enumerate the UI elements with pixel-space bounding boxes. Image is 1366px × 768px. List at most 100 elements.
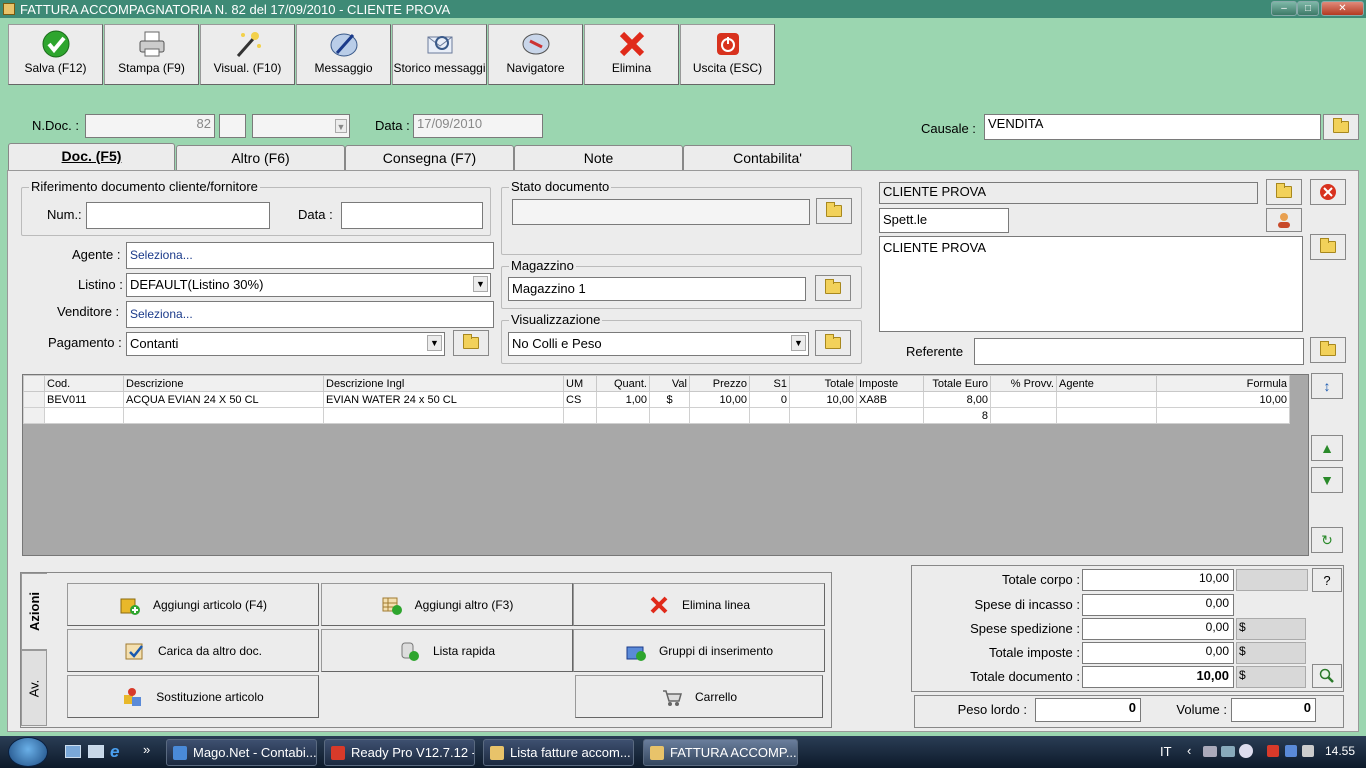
cell-formula[interactable]: 10,00 bbox=[1156, 391, 1290, 408]
tab-contabilita[interactable]: Contabilita' bbox=[683, 145, 852, 172]
cell-um[interactable]: CS bbox=[563, 391, 597, 408]
taskbar-item-readypro[interactable]: Ready Pro V12.7.12 - ... bbox=[324, 739, 475, 766]
messenger-icon[interactable] bbox=[1239, 744, 1253, 758]
stato-folder-button[interactable] bbox=[816, 198, 852, 224]
col-provv[interactable]: % Provv. bbox=[990, 375, 1057, 392]
cell-totale-euro[interactable]: 8,00 bbox=[923, 391, 991, 408]
replace-article-button[interactable]: Sostituzione articolo bbox=[67, 675, 319, 718]
cell-totale-euro[interactable]: 8 bbox=[923, 407, 991, 424]
ndoc-series-select[interactable]: ▼ bbox=[252, 114, 350, 138]
cell-s1[interactable] bbox=[749, 407, 790, 424]
col-formula[interactable]: Formula bbox=[1156, 375, 1290, 392]
col-descrizione-ingl[interactable]: Descrizione Ingl bbox=[323, 375, 564, 392]
cell-val[interactable]: $ bbox=[649, 391, 690, 408]
address-folder-button[interactable] bbox=[1310, 234, 1346, 260]
col-val[interactable]: Val bbox=[649, 375, 690, 392]
pagamento-folder-button[interactable] bbox=[453, 330, 489, 356]
quick-list-button[interactable]: Lista rapida bbox=[321, 629, 573, 672]
col-quant[interactable]: Quant. bbox=[596, 375, 650, 392]
cell-agente[interactable] bbox=[1056, 391, 1157, 408]
cliente-address-field[interactable]: CLIENTE PROVA bbox=[879, 236, 1303, 332]
col-totale-euro[interactable]: Totale Euro bbox=[923, 375, 991, 392]
cell-cod[interactable]: BEV011 bbox=[44, 391, 124, 408]
visualizzazione-select[interactable]: No Colli e Peso ▼ bbox=[508, 332, 809, 356]
cliente-clear-button[interactable] bbox=[1310, 179, 1346, 205]
navigator-button[interactable]: Navigatore bbox=[488, 24, 583, 85]
causale-folder-button[interactable] bbox=[1323, 114, 1359, 140]
delete-line-button[interactable]: Elimina linea bbox=[573, 583, 825, 626]
show-desktop-icon[interactable] bbox=[65, 745, 81, 758]
cell-provv[interactable] bbox=[990, 391, 1057, 408]
col-agente[interactable]: Agente bbox=[1056, 375, 1157, 392]
volume-value[interactable]: 0 bbox=[1231, 698, 1316, 722]
table-row[interactable]: BEV011 ACQUA EVIAN 24 X 50 CL EVIAN WATE… bbox=[23, 391, 1290, 408]
spese-incasso-value[interactable]: 0,00 bbox=[1082, 594, 1234, 616]
tab-note[interactable]: Note bbox=[514, 145, 683, 172]
col-descrizione[interactable]: Descrizione bbox=[123, 375, 324, 392]
col-um[interactable]: UM bbox=[563, 375, 597, 392]
language-indicator[interactable]: IT bbox=[1160, 744, 1172, 759]
exit-button[interactable]: Uscita (ESC) bbox=[680, 24, 775, 85]
cell-descrizione[interactable] bbox=[123, 407, 324, 424]
cell-formula[interactable] bbox=[1156, 407, 1290, 424]
cell-agente[interactable] bbox=[1056, 407, 1157, 424]
peso-lordo-value[interactable]: 0 bbox=[1035, 698, 1141, 722]
cell-provv[interactable] bbox=[990, 407, 1057, 424]
cell-s1[interactable]: 0 bbox=[749, 391, 790, 408]
help-button[interactable]: ? bbox=[1312, 568, 1342, 592]
col-totale[interactable]: Totale bbox=[789, 375, 857, 392]
taskbar-item-mago[interactable]: Mago.Net - Contabi... bbox=[166, 739, 317, 766]
taskbar-item-lista[interactable]: Lista fatture accom... bbox=[483, 739, 634, 766]
cell-descrizione[interactable]: ACQUA EVIAN 24 X 50 CL bbox=[123, 391, 324, 408]
move-row-button[interactable]: ↕ bbox=[1311, 373, 1343, 399]
tab-altro[interactable]: Altro (F6) bbox=[176, 145, 345, 172]
refresh-button[interactable]: ↻ bbox=[1311, 527, 1343, 553]
clock[interactable]: 14.55 bbox=[1325, 744, 1355, 758]
row-selector[interactable] bbox=[23, 407, 45, 424]
col-cod[interactable]: Cod. bbox=[44, 375, 124, 392]
insert-groups-button[interactable]: Gruppi di inserimento bbox=[573, 629, 825, 672]
tab-av[interactable]: Av. bbox=[21, 650, 47, 726]
cell-imposte[interactable] bbox=[856, 407, 924, 424]
rif-date-field[interactable] bbox=[341, 202, 483, 229]
cell-descrizione-ingl[interactable]: EVIAN WATER 24 x 50 CL bbox=[323, 391, 564, 408]
close-window-button[interactable]: ✕ bbox=[1321, 1, 1364, 16]
cell-val[interactable] bbox=[649, 407, 690, 424]
num-field[interactable] bbox=[86, 202, 270, 229]
volume-icon[interactable] bbox=[1302, 745, 1314, 757]
cell-quant[interactable] bbox=[596, 407, 650, 424]
visualizzazione-folder-button[interactable] bbox=[815, 330, 851, 356]
cliente-contact-button[interactable] bbox=[1266, 208, 1302, 232]
causale-field[interactable]: VENDITA bbox=[984, 114, 1321, 140]
venditore-field[interactable]: Seleziona... bbox=[126, 301, 494, 328]
cell-totale[interactable] bbox=[789, 407, 857, 424]
ndoc-suffix-field[interactable] bbox=[219, 114, 246, 138]
print-button[interactable]: Stampa (F9) bbox=[104, 24, 199, 85]
referente-field[interactable] bbox=[974, 338, 1304, 365]
preview-button[interactable]: Visual. (F10) bbox=[200, 24, 295, 85]
chevron-right-icon[interactable]: » bbox=[143, 742, 150, 757]
cell-um[interactable] bbox=[563, 407, 597, 424]
spese-spedizione-value[interactable]: 0,00 bbox=[1082, 618, 1234, 640]
agente-field[interactable]: Seleziona... bbox=[126, 242, 494, 269]
cliente-title-field[interactable]: Spett.le bbox=[879, 208, 1009, 233]
save-button[interactable]: Salva (F12) bbox=[8, 24, 103, 85]
display-icon[interactable] bbox=[1285, 745, 1297, 757]
add-article-button[interactable]: Aggiungi articolo (F4) bbox=[67, 583, 319, 626]
col-prezzo[interactable]: Prezzo bbox=[689, 375, 750, 392]
col-s1[interactable]: S1 bbox=[749, 375, 790, 392]
magazzino-folder-button[interactable] bbox=[815, 275, 851, 301]
add-other-button[interactable]: Aggiungi altro (F3) bbox=[321, 583, 573, 626]
tab-consegna[interactable]: Consegna (F7) bbox=[345, 145, 514, 172]
row-selector[interactable] bbox=[23, 391, 45, 408]
referente-folder-button[interactable] bbox=[1310, 337, 1346, 363]
security-icon[interactable] bbox=[1267, 745, 1279, 757]
cart-button[interactable]: Carrello bbox=[575, 675, 823, 718]
cell-descrizione-ingl[interactable] bbox=[323, 407, 564, 424]
cliente-name-field[interactable]: CLIENTE PROVA bbox=[879, 182, 1258, 204]
tray-app-icon[interactable] bbox=[1221, 746, 1235, 757]
cell-imposte[interactable]: XA8B bbox=[856, 391, 924, 408]
col-imposte[interactable]: Imposte bbox=[856, 375, 924, 392]
minimize-button[interactable]: – bbox=[1271, 1, 1297, 16]
items-grid[interactable]: Cod. Descrizione Descrizione Ingl UM Qua… bbox=[22, 374, 1309, 556]
